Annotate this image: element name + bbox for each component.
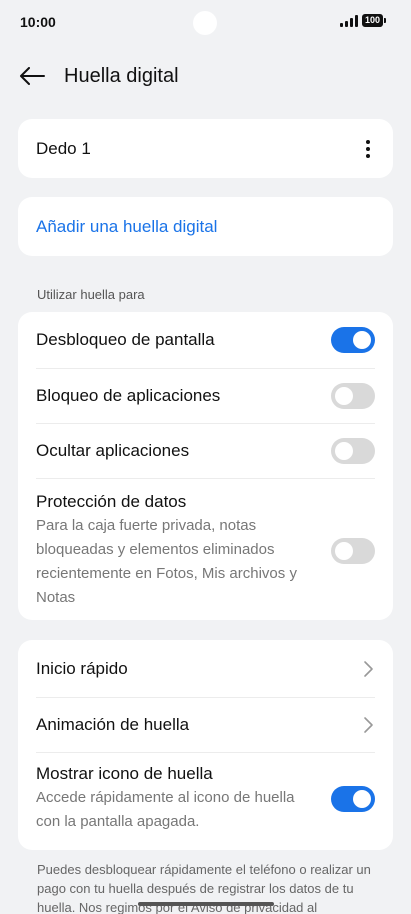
more-dot-icon [366,146,370,151]
toggle-row-screen-unlock[interactable]: Desbloqueo de pantalla [36,312,375,368]
header: Huella digital [0,52,411,100]
toggle-row-title: Desbloqueo de pantalla [36,330,215,349]
row-title: Inicio rápido [36,658,128,678]
add-fingerprint-row[interactable]: Añadir una huella digital [36,197,375,256]
row-description: Accede rápidamente al icono de huella co… [36,789,295,830]
use-for-card: Desbloqueo de pantalla Bloqueo de aplica… [18,312,393,620]
status-bar: 10:00 100 [0,0,411,44]
toggle-row-title: Bloqueo de aplicaciones [36,386,221,405]
battery-icon: 100 [361,14,387,27]
section-label: Utilizar huella para [37,287,145,302]
toggle-row-hide-apps[interactable]: Ocultar aplicaciones [36,423,375,478]
more-options-button[interactable] [361,139,375,159]
toggle-row-app-lock[interactable]: Bloqueo de aplicaciones [36,368,375,423]
row-title: Mostrar icono de huella [36,764,213,783]
chevron-right-icon [364,660,373,677]
more-dot-icon [366,139,370,144]
data-protection-toggle[interactable] [331,537,375,564]
finger-name: Dedo 1 [36,138,91,158]
hide-apps-toggle[interactable] [331,438,375,464]
add-fingerprint-card[interactable]: Añadir una huella digital [18,197,393,256]
signal-icon [339,14,358,27]
app-lock-toggle[interactable] [331,383,375,409]
more-settings-card: Inicio rápido Animación de huella Mostra… [18,640,393,850]
show-fingerprint-icon-row[interactable]: Mostrar icono de huella Accede rápidamen… [36,752,375,845]
toggle-row-title: Protección de datos [36,491,187,511]
front-camera [193,11,217,35]
toggle-row-description: Para la caja fuerte privada, notas bloqu… [36,516,297,606]
toggle-row-data-protection[interactable]: Protección de datos Para la caja fuerte … [36,478,375,620]
home-indicator[interactable] [138,902,274,906]
toggle-row-title: Ocultar aplicaciones [36,441,190,460]
fingerprint-animation-row[interactable]: Animación de huella [36,697,375,752]
row-title: Animación de huella [36,715,190,734]
show-fingerprint-icon-toggle[interactable] [331,786,375,812]
screen-unlock-toggle[interactable] [331,327,375,353]
finger-card[interactable]: Dedo 1 [18,119,393,178]
page-title: Huella digital [64,65,179,87]
more-dot-icon [366,153,370,158]
quick-start-row[interactable]: Inicio rápido [36,640,375,697]
add-fingerprint-link[interactable]: Añadir una huella digital [36,217,217,237]
back-button[interactable] [16,62,48,90]
status-icons: 100 [339,14,387,27]
finger-row[interactable]: Dedo 1 [36,119,375,178]
status-time: 10:00 [20,14,56,30]
back-arrow-icon [20,67,45,85]
chevron-right-icon [364,717,373,733]
